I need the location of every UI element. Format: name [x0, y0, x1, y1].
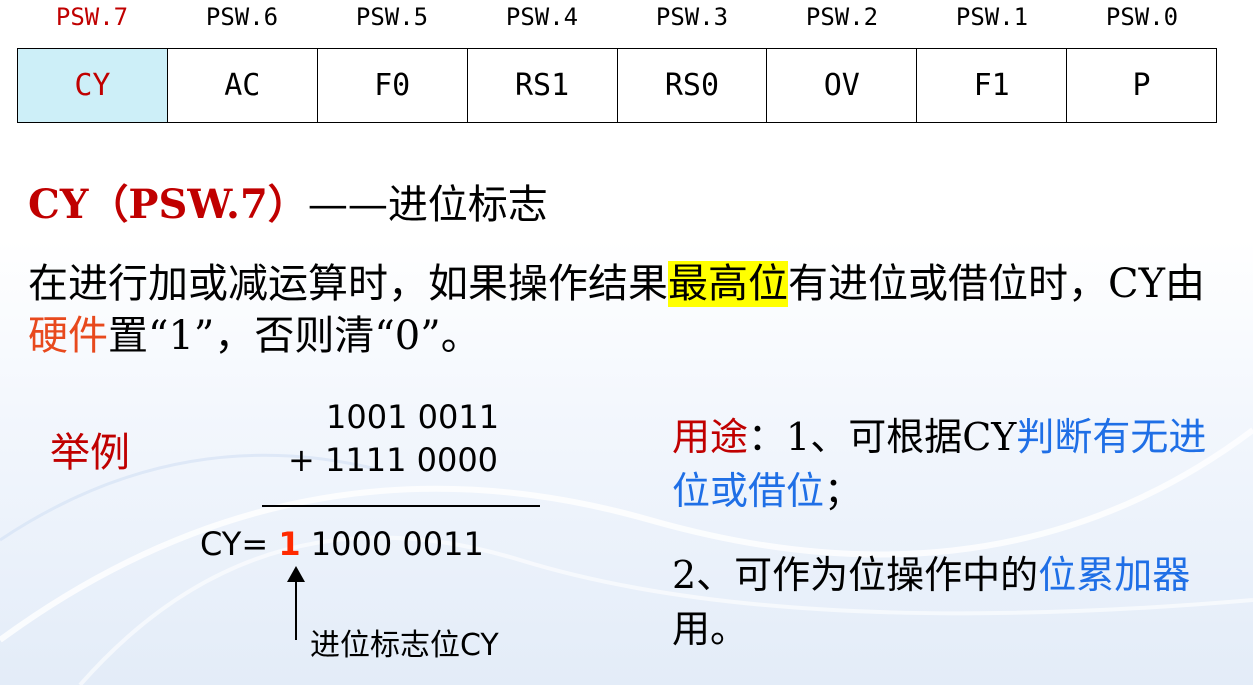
result-line: CY= 1 1000 0011 — [200, 525, 484, 563]
description-paragraph: 在进行加或减运算时，如果操作结果最高位有进位或借位时，CY由硬件置“1”，否则清… — [28, 258, 1228, 362]
operand-1: 1001 0011 — [326, 398, 500, 436]
flag-cell-rs1: RS1 — [468, 49, 618, 122]
carry-label-en: CY — [460, 628, 499, 663]
usage-item1-end: ； — [824, 469, 863, 513]
bit-label-psw7: PSW.7 — [55, 3, 129, 31]
bit-label-psw1: PSW.1 — [955, 3, 1029, 31]
sum-rule — [262, 505, 540, 507]
desc-hardware: 硬件 — [28, 313, 108, 359]
operand-2: + 1111 0000 — [288, 441, 499, 479]
desc-highlight: 最高位 — [668, 261, 788, 307]
bit-label-psw0: PSW.0 — [1105, 3, 1179, 31]
heading-title: CY（PSW.7） — [28, 181, 308, 228]
usage-item2-blue: 位累加器 — [1038, 553, 1191, 597]
result-prefix: CY= — [200, 525, 279, 563]
usage-item1-a: ：1、可根据CY — [748, 415, 1017, 459]
bit-label-psw2: PSW.2 — [805, 3, 879, 31]
bit-label-psw3: PSW.3 — [655, 3, 729, 31]
flag-cell-ac: AC — [168, 49, 318, 122]
usage-item-2: 2、可作为位操作中的位累加器用。 — [672, 548, 1232, 656]
carry-bit: 1 — [278, 525, 301, 563]
flag-cell-rs0: RS0 — [618, 49, 768, 122]
bit-label-psw4: PSW.4 — [505, 3, 579, 31]
carry-flag-label: 进位标志位CY — [310, 620, 499, 664]
usage-item2-a: 2、可作为位操作中的 — [672, 553, 1039, 597]
heading-desc: 进位标志 — [387, 182, 548, 228]
heading-dash: —— — [307, 182, 388, 228]
flag-cell-f1: F1 — [917, 49, 1068, 122]
desc-part3: 置“1”，否则清“0”。 — [108, 313, 481, 359]
usage-item-1: 用途：1、可根据CY判断有无进位或借位； — [672, 410, 1232, 518]
arrow-shaft — [295, 578, 297, 640]
result-rest: 1000 0011 — [300, 525, 484, 563]
desc-part1: 在进行加或减运算时，如果操作结果 — [28, 261, 668, 307]
flag-cell-f0: F0 — [318, 49, 468, 122]
desc-part2: 有进位或借位时，CY由 — [788, 261, 1206, 307]
bit-label-psw5: PSW.5 — [355, 3, 429, 31]
bit-label-psw6: PSW.6 — [205, 3, 279, 31]
example-label: 举例 — [50, 430, 130, 476]
usage-item2-end: 用。 — [672, 607, 749, 651]
flag-cell-ov: OV — [767, 49, 918, 122]
psw-register-table: CY AC F0 RS1 RS0 OV F1 P — [17, 48, 1217, 123]
flag-cell-cy: CY — [18, 49, 168, 122]
flag-cell-p: P — [1132, 68, 1151, 103]
carry-label-cn: 进位标志位 — [310, 628, 460, 663]
section-heading: CY（PSW.7）——进位标志 — [28, 180, 548, 230]
usage-label: 用途 — [672, 415, 749, 459]
